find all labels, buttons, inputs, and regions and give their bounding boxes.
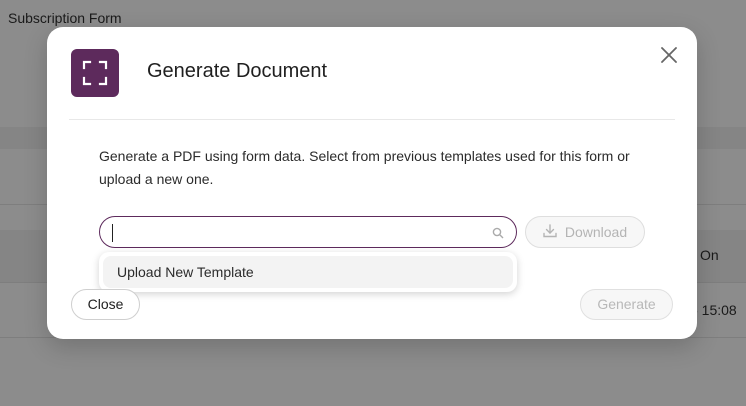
modal-title: Generate Document [147,60,328,82]
close-button[interactable]: Close [71,289,140,320]
generate-button[interactable]: Generate [580,289,673,320]
upload-new-template-option[interactable]: Upload New Template [103,256,513,288]
header-divider [69,119,675,120]
template-dropdown: Upload New Template [99,252,517,292]
text-caret [112,224,113,242]
column-header-created-on: On [700,247,719,263]
download-button[interactable]: Download [525,216,645,248]
expand-icon [71,49,119,97]
download-icon [543,223,557,241]
generate-document-modal: Generate Document Generate a PDF using f… [47,27,697,339]
search-icon [492,226,506,240]
page-title: Subscription Form [8,10,122,26]
close-icon[interactable] [657,43,681,67]
modal-description: Generate a PDF using form data. Select f… [99,148,630,187]
template-search-field[interactable] [99,216,517,248]
download-label: Download [564,224,628,240]
template-search-input[interactable] [112,223,482,243]
table-cell-date: 6 15:08 [690,302,737,318]
